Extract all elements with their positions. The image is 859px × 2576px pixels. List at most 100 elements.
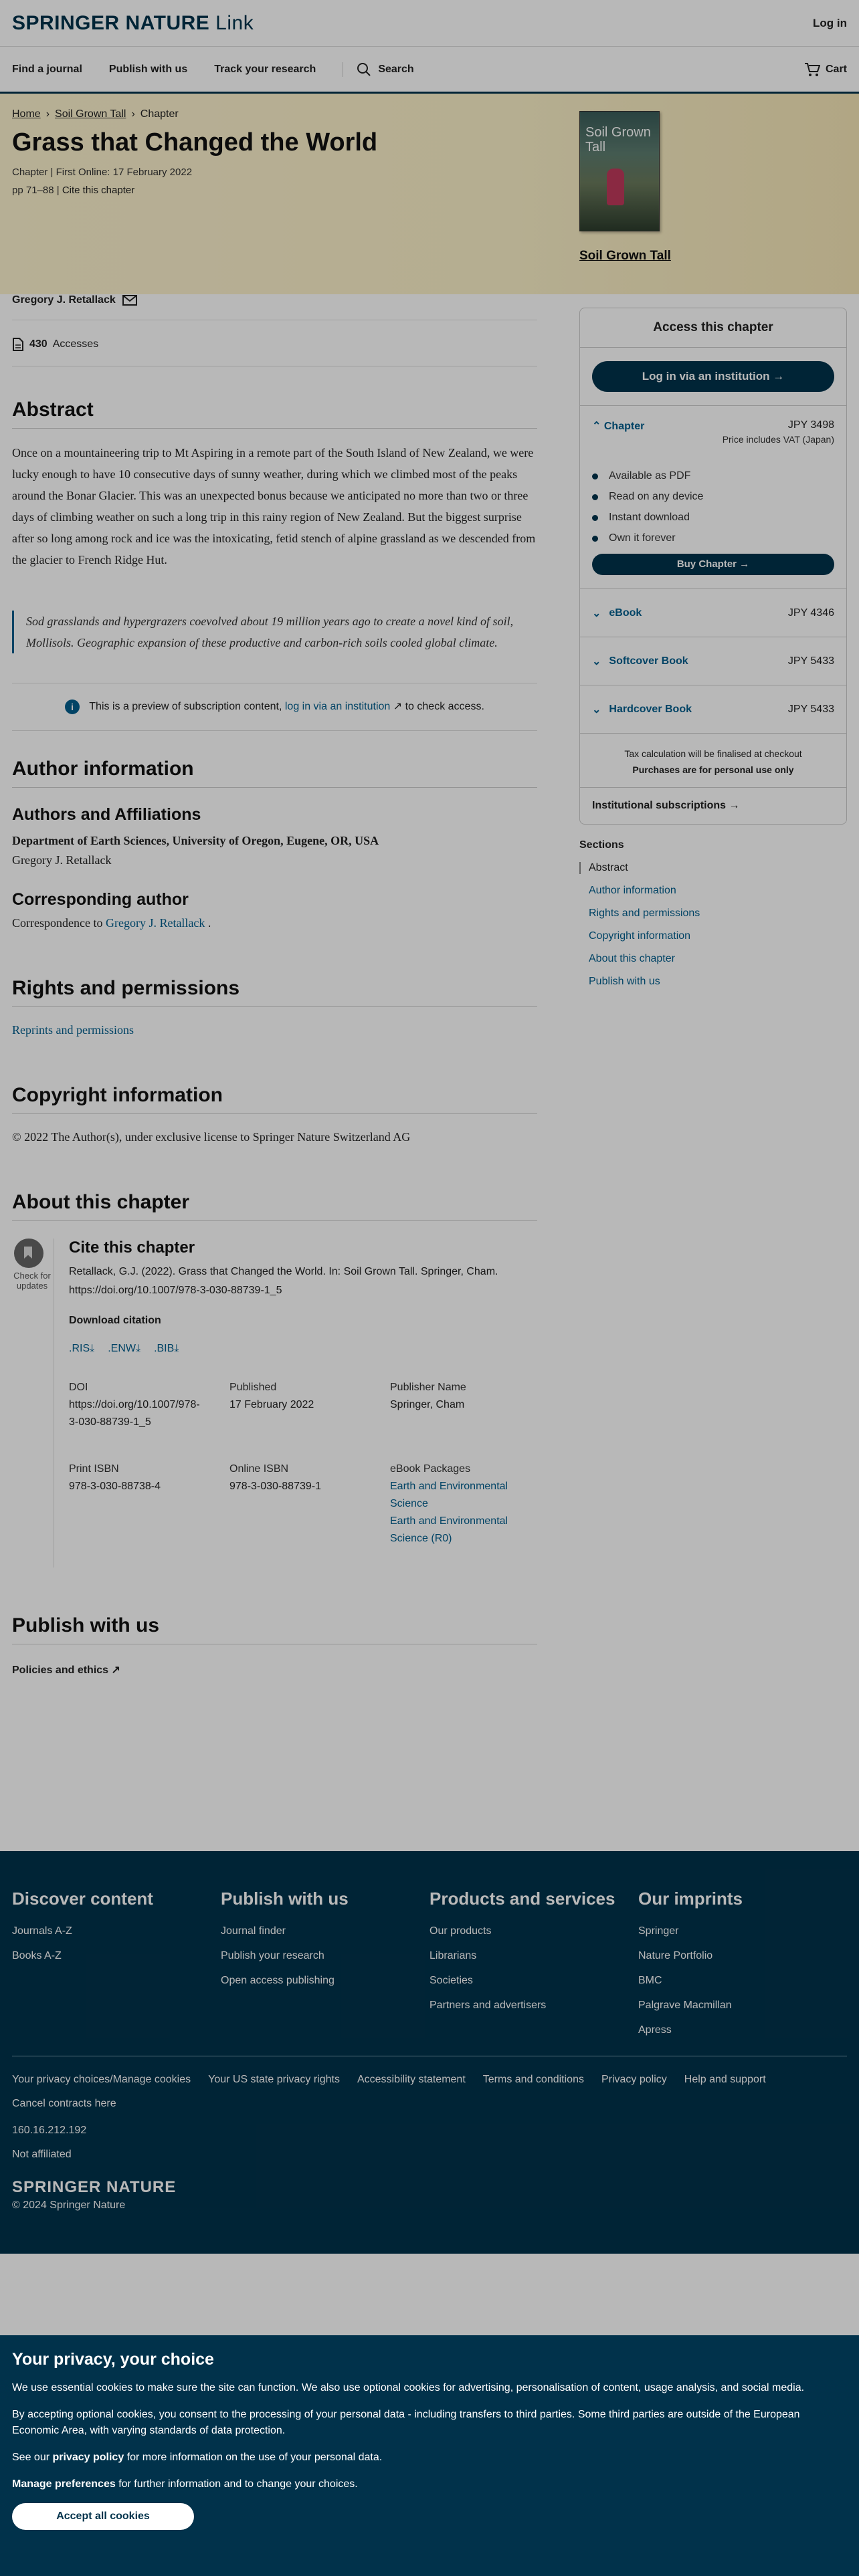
vat-note: Price includes VAT (Japan) [722,434,834,445]
search-button[interactable]: Search [343,62,414,77]
section-link-publish[interactable]: Publish with us [579,976,847,988]
chapter-pages-row: pp 71–88 | Cite this chapter [12,185,135,196]
book-title-link[interactable]: Soil Grown Tall [579,249,671,263]
download-bib-link[interactable]: .BIB⤓ [154,1343,179,1355]
buy-chapter-button[interactable]: Buy Chapter → [592,554,834,575]
section-link-author[interactable]: Author information [579,885,847,897]
footer-link[interactable]: Books A-Z [12,1950,221,1962]
footer-link[interactable]: Journals A-Z [12,1925,221,1937]
footer-link[interactable]: Societies [430,1975,638,1987]
packages-label: eBook Packages [390,1463,471,1475]
section-link-abstract[interactable]: Abstract [579,862,847,874]
nav-track-research[interactable]: Track your research [214,64,316,76]
corr-author-link[interactable]: Gregory J. Retallack [106,916,205,930]
footer-legal-link[interactable]: Help and support [684,2074,766,2086]
download-enw-link[interactable]: .ENW⤓ [108,1343,140,1355]
download-icon: ⤓ [174,1343,179,1354]
packages-item: eBook Packages Earth and Environmental S… [390,1461,537,1547]
hardcover-price: JPY 5433 [787,703,834,715]
footer-legal-link[interactable]: Privacy policy [601,2074,667,2086]
info-icon: i [65,700,80,714]
nav-publish[interactable]: Publish with us [109,64,187,76]
institution-login-link[interactable]: log in via an institution [285,701,390,712]
footer-link[interactable]: Librarians [430,1950,638,1962]
cover-figure [607,169,624,205]
feature-item: Instant download [592,512,834,524]
online-isbn-item: Online ISBN 978-3-030-88739-1 [229,1461,390,1547]
nav-find-journal[interactable]: Find a journal [12,64,82,76]
policies-link[interactable]: Policies and ethics [12,1665,108,1676]
copyright-heading: Copyright information [12,1084,537,1114]
footer-link[interactable]: Palgrave Macmillan [638,2000,847,2012]
section-link-rights[interactable]: Rights and permissions [579,907,847,920]
check-updates[interactable]: Check for updates [12,1239,54,1568]
sections-label: Sections [579,839,624,851]
hardcover-option[interactable]: ⌄ Hardcover Book JPY 5433 [580,685,846,733]
citation-formats: .RIS⤓ .ENW⤓ .BIB⤓ [69,1343,537,1355]
login-link[interactable]: Log in [813,17,847,30]
section-link-copyright[interactable]: Copyright information [579,930,847,942]
cart-button[interactable]: Cart [804,62,847,77]
accept-cookies-button[interactable]: Accept all cookies [12,2503,194,2530]
download-ris-link[interactable]: .RIS⤓ [69,1343,94,1355]
cite-heading: Cite this chapter [69,1239,195,1257]
correspondence-line: Correspondence to Gregory J. Retallack . [12,916,537,930]
footer-columns: Discover content Journals A-Z Books A-Z … [12,1889,847,2049]
footer-legal-link[interactable]: Cancel contracts here [12,2098,116,2110]
book-cover-image[interactable]: Soil Grown Tall [579,111,660,231]
page: SPRINGER NATURE Link Log in Find a journ… [0,0,859,2576]
arrow-right-icon: → [729,800,740,811]
reprints-link[interactable]: Reprints and permissions [12,1023,537,1037]
footer-link[interactable]: Our products [430,1925,638,1937]
institution-login-button[interactable]: Log in via an institution → [592,361,834,392]
footer-logo[interactable]: SPRINGER NATURE [12,2178,847,2197]
ebook-option[interactable]: ⌄ eBook JPY 4346 [580,588,846,637]
package-link[interactable]: Earth and Environmental Science [390,1478,537,1513]
print-isbn-label: Print ISBN [69,1463,119,1475]
footer-legal-link[interactable]: Your privacy choices/Manage cookies [12,2074,191,2086]
footer-link[interactable]: Springer [638,1925,847,1937]
search-icon [357,62,371,76]
footer-link[interactable]: Publish your research [221,1950,430,1962]
cart-icon [804,62,820,76]
about-chapter: Check for updates Cite this chapter Reta… [12,1239,537,1568]
published-label: Published [229,1382,277,1393]
footer-link[interactable]: Open access publishing [221,1975,430,1987]
access-card: Access this chapter Log in via an instit… [579,308,847,825]
consent-text-4: Manage preferences for further informati… [12,2478,358,2490]
institutional-subscriptions-link[interactable]: Institutional subscriptions [592,800,726,811]
site-logo[interactable]: SPRINGER NATURE Link [12,12,254,35]
author-link[interactable]: Gregory J. Retallack [12,294,116,306]
footer-link[interactable]: Nature Portfolio [638,1950,847,1962]
footer-link[interactable]: Apress [638,2024,847,2036]
footer-link[interactable]: BMC [638,1975,847,1987]
personal-use-note: Purchases are for personal use only [632,764,794,775]
citation-text: Retallack, G.J. (2022). Grass that Chang… [69,1266,498,1296]
footer-legal-link[interactable]: Terms and conditions [483,2074,584,2086]
corr-prefix: Correspondence to [12,916,103,930]
footer-legal-link[interactable]: Accessibility statement [357,2074,466,2086]
footer-col-publish: Publish with us Journal finder Publish y… [221,1889,430,2049]
package-link[interactable]: Earth and Environmental Science (R0) [390,1513,537,1547]
footer-link[interactable]: Partners and advertisers [430,2000,638,2012]
footer-col-products: Products and services Our products Libra… [430,1889,638,2049]
footer-link[interactable]: Journal finder [221,1925,430,1937]
publisher-item: Publisher Name Springer, Cham [390,1379,537,1431]
manage-preferences-link[interactable]: Manage preferences [12,2478,116,2490]
softcover-option[interactable]: ⌄ Softcover Book JPY 5433 [580,637,846,685]
publish-heading: Publish with us [12,1614,537,1644]
chapter-option[interactable]: ⌃ Chapter JPY 3498 Price includes VAT (J… [580,405,846,588]
preview-text-after: to check access. [405,701,484,713]
consent-text-1: We use essential cookies to make sure th… [12,2382,805,2393]
breadcrumb-home[interactable]: Home [12,108,41,120]
privacy-policy-link[interactable]: privacy policy [53,2452,124,2463]
tax-note: Tax calculation will be finalised at che… [580,733,846,787]
breadcrumb-book[interactable]: Soil Grown Tall [55,108,126,120]
footer-legal-link[interactable]: Your US state privacy rights [208,2074,340,2086]
chapter-price: JPY 3498 [787,419,834,431]
published-value: 17 February 2022 [229,1399,314,1410]
mail-icon[interactable] [122,295,137,306]
search-label: Search [378,63,414,75]
cite-chapter-link[interactable]: Cite this chapter [62,185,134,196]
section-link-about[interactable]: About this chapter [579,953,847,965]
